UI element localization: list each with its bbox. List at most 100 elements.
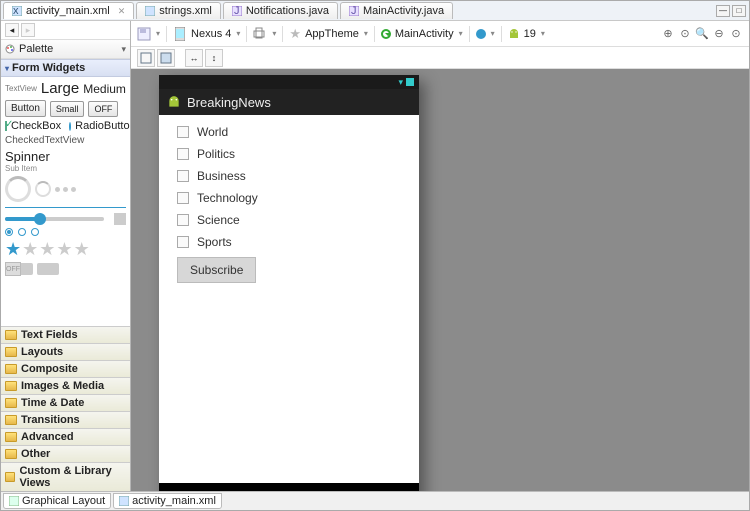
subscribe-button[interactable]: Subscribe <box>177 257 256 283</box>
palette-textview-sizes[interactable]: TextView Large Medium Small <box>5 80 126 97</box>
palette-seekbar[interactable] <box>5 213 126 225</box>
chevron-down-icon[interactable]: ▾ <box>156 29 160 38</box>
recents-icon[interactable]: ☐ <box>344 489 357 491</box>
folder-label: Transitions <box>21 414 80 426</box>
palette-back-button[interactable]: ◂ <box>5 23 19 37</box>
folder-icon <box>5 449 17 459</box>
folder-text-fields[interactable]: Text Fields <box>1 326 130 343</box>
orientation-icon[interactable] <box>253 27 267 41</box>
theme-selector[interactable]: AppTheme <box>305 28 359 40</box>
folder-transitions[interactable]: Transitions <box>1 411 130 428</box>
folder-composite[interactable]: Composite <box>1 360 130 377</box>
svg-text:x: x <box>13 6 19 16</box>
locale-icon[interactable] <box>476 29 486 39</box>
view-normal-button[interactable] <box>137 49 155 67</box>
toggle-width-button[interactable]: ↔ <box>185 49 203 67</box>
checkbox-icon <box>177 170 189 182</box>
star-icon: ★ <box>56 239 72 260</box>
folder-custom-library[interactable]: Custom & Library Views <box>1 462 130 491</box>
tab-xml-source[interactable]: activity_main.xml <box>113 493 222 509</box>
svg-text:J: J <box>234 6 240 16</box>
checkbox-icon <box>177 214 189 226</box>
chevron-down-icon[interactable]: ▾ <box>272 29 276 38</box>
folder-layouts[interactable]: Layouts <box>1 343 130 360</box>
palette-switch[interactable]: OFF <box>5 263 126 275</box>
activity-selector[interactable]: MainActivity <box>395 28 454 40</box>
checkbox-label: Technology <box>197 191 258 205</box>
radio-on-icon <box>5 228 13 236</box>
palette-checkbox-radio[interactable]: CheckBox RadioButton <box>5 120 126 132</box>
palette-fwd-button[interactable]: ▸ <box>21 23 35 37</box>
close-icon[interactable]: ✕ <box>118 6 126 17</box>
device-selector[interactable]: Nexus 4 <box>191 28 231 40</box>
chevron-down-icon[interactable]: ▾ <box>364 29 368 38</box>
zoom-actual-icon[interactable]: ⊙ <box>678 27 692 41</box>
tab-graphical-layout[interactable]: Graphical Layout <box>3 493 111 509</box>
app-action-bar: BreakingNews <box>159 89 419 115</box>
tab-activity-main[interactable]: x activity_main.xml ✕ <box>3 2 134 19</box>
checkedtextview-label[interactable]: CheckedTextView <box>5 135 126 146</box>
checkbox-icon <box>177 192 189 204</box>
zoom-fit-icon[interactable]: ⊕ <box>661 27 675 41</box>
status-bar: ▾ <box>159 75 419 89</box>
checkbox-icon <box>177 236 189 248</box>
toggle-height-button[interactable]: ↕ <box>205 49 223 67</box>
checkbox-science[interactable]: Science <box>177 213 401 227</box>
tab-notifications[interactable]: J Notifications.java <box>223 2 338 19</box>
folder-other[interactable]: Other <box>1 445 130 462</box>
zoom-reset-icon[interactable]: ⊙ <box>729 27 743 41</box>
checkbox-label: Politics <box>197 147 235 161</box>
folder-icon <box>5 330 17 340</box>
home-icon[interactable]: ⬠ <box>287 489 300 491</box>
java-file-icon: J <box>232 6 242 16</box>
palette-ratingbar[interactable]: ★ ★ ★ ★ ★ <box>5 239 126 260</box>
checkbox-business[interactable]: Business <box>177 169 401 183</box>
palette-buttons[interactable]: Button Small OFF <box>5 100 126 117</box>
large-label: Large <box>41 80 79 97</box>
folder-images-media[interactable]: Images & Media <box>1 377 130 394</box>
save-icon[interactable] <box>137 27 151 41</box>
editor-tab-bar: x activity_main.xml ✕ strings.xml J Noti… <box>1 1 749 21</box>
android-icon <box>508 28 520 40</box>
checkbox-icon <box>177 148 189 160</box>
folder-label: Advanced <box>21 431 74 443</box>
folder-time-date[interactable]: Time & Date <box>1 394 130 411</box>
switch-icon: OFF <box>5 263 33 275</box>
palette-spinner[interactable]: Spinner Sub Item <box>5 149 126 173</box>
api-selector[interactable]: 19 <box>524 28 536 40</box>
palette-header[interactable]: Palette ▾ <box>1 39 130 59</box>
layout-content[interactable]: World Politics Business Technology Scien… <box>159 115 419 293</box>
palette-radio-group[interactable] <box>5 228 126 236</box>
tab-mainactivity[interactable]: J MainActivity.java <box>340 2 453 19</box>
folder-label: Time & Date <box>21 397 84 409</box>
zoom-in-icon[interactable]: 🔍 <box>695 27 709 41</box>
chevron-down-icon[interactable]: ▾ <box>491 29 495 38</box>
chevron-down-icon[interactable]: ▾ <box>459 29 463 38</box>
battery-icon <box>406 78 414 86</box>
radiobutton-label: RadioButton <box>75 120 130 132</box>
checkbox-label: Science <box>197 213 240 227</box>
checkbox-sports[interactable]: Sports <box>177 235 401 249</box>
progress-bar-widget[interactable] <box>5 207 126 208</box>
palette-section-form-widgets[interactable]: ▾ Form Widgets <box>1 59 130 77</box>
chevron-down-icon[interactable]: ▾ <box>236 29 240 38</box>
palette-folders: Text Fields Layouts Composite Images & M… <box>1 326 130 491</box>
window-buttons: — □ <box>716 5 749 17</box>
checkbox-world[interactable]: World <box>177 125 401 139</box>
checkbox-politics[interactable]: Politics <box>177 147 401 161</box>
view-outline-button[interactable] <box>157 49 175 67</box>
folder-advanced[interactable]: Advanced <box>1 428 130 445</box>
checkbox-label: CheckBox <box>11 120 61 132</box>
star-icon: ★ <box>5 239 21 260</box>
chevron-down-icon[interactable]: ▾ <box>541 29 545 38</box>
device-icon[interactable] <box>173 27 187 41</box>
design-surface[interactable]: ▾ BreakingNews World Politics Business T… <box>131 69 749 491</box>
bottom-tab-label: activity_main.xml <box>132 495 216 507</box>
back-icon[interactable]: ⟵ <box>221 489 243 491</box>
tab-strings[interactable]: strings.xml <box>136 2 221 19</box>
palette-progress[interactable] <box>5 176 126 202</box>
minimize-button[interactable]: — <box>716 5 730 17</box>
checkbox-technology[interactable]: Technology <box>177 191 401 205</box>
zoom-out-icon[interactable]: ⊖ <box>712 27 726 41</box>
maximize-button[interactable]: □ <box>732 5 746 17</box>
